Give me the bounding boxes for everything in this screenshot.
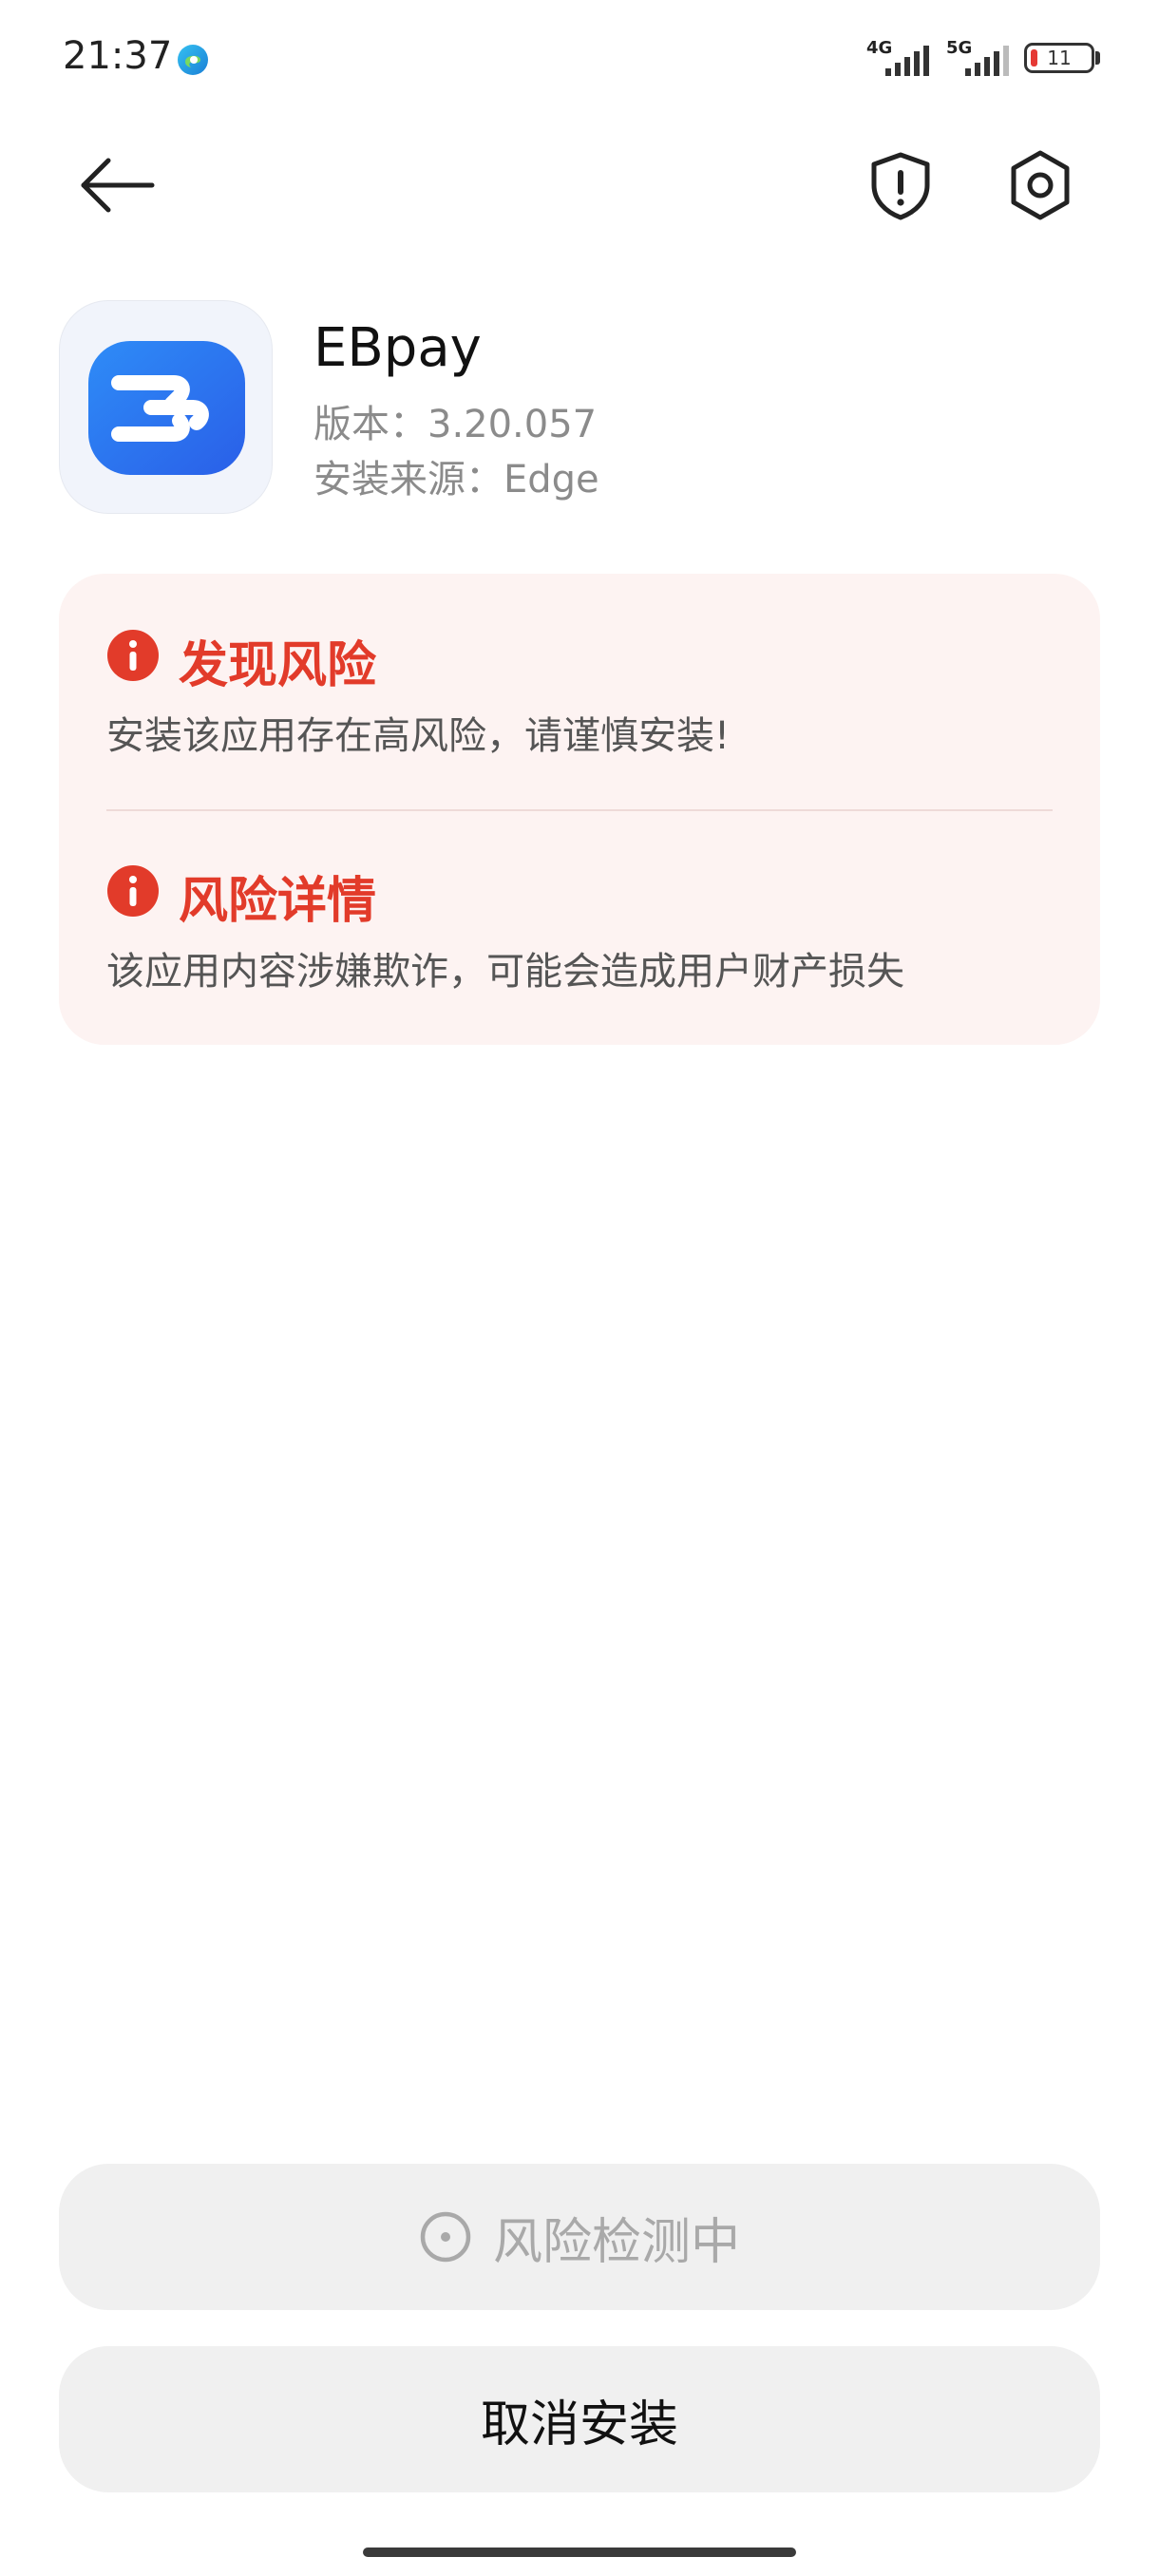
risk-found-description: 安装该应用存在高风险，请谨慎安装! xyxy=(106,714,731,758)
app-version: 版本：3.20.057 xyxy=(314,403,598,446)
signal-bars-icon xyxy=(965,46,1009,76)
risk-divider xyxy=(106,809,1053,811)
status-bar: 21:37 4G 5G 11 xyxy=(0,0,1159,114)
risk-details-section: 风险详情 该应用内容涉嫌欺诈，可能会造成用户财产损失 xyxy=(106,859,1056,995)
battery-icon: 11 xyxy=(1024,43,1094,73)
cancel-install-label: 取消安装 xyxy=(480,2396,678,2453)
warning-icon xyxy=(107,865,159,917)
signal-bars-icon xyxy=(885,46,929,76)
signal-5g: 5G xyxy=(946,38,1013,76)
shield-alert-icon xyxy=(871,152,930,220)
risk-card: 发现风险 安装该应用存在高风险，请谨慎安装! 风险详情 该应用内容涉嫌欺诈，可能… xyxy=(59,574,1100,1045)
settings-button[interactable] xyxy=(1002,147,1078,223)
home-indicator[interactable] xyxy=(363,2548,796,2557)
app-name: EBpay xyxy=(314,317,482,379)
risk-details-description: 该应用内容涉嫌欺诈，可能会造成用户财产损失 xyxy=(106,950,904,994)
risk-scanning-content: 风险检测中 xyxy=(59,2164,1100,2310)
risk-found-section: 发现风险 安装该应用存在高风险，请谨慎安装! xyxy=(106,623,1056,760)
battery-level: 11 xyxy=(1047,47,1072,69)
signal-4g: 4G xyxy=(866,38,933,76)
cancel-install-button[interactable]: 取消安装 xyxy=(59,2346,1100,2492)
warning-icon xyxy=(107,630,159,681)
security-button[interactable] xyxy=(863,147,939,223)
risk-details-title: 风险详情 xyxy=(179,873,377,930)
ebpay-logo-icon xyxy=(88,341,245,475)
status-time: 21:37 xyxy=(63,34,173,78)
loading-spinner-icon xyxy=(420,2211,471,2263)
risk-scanning-label: 风险检测中 xyxy=(492,2213,740,2271)
back-button[interactable] xyxy=(76,147,162,223)
edge-browser-icon xyxy=(178,45,208,75)
app-icon xyxy=(59,300,273,514)
gear-icon xyxy=(1011,150,1070,220)
risk-found-title: 发现风险 xyxy=(179,637,377,694)
back-arrow-icon xyxy=(81,158,155,213)
risk-scanning-button[interactable]: 风险检测中 xyxy=(59,2164,1100,2310)
app-install-source: 安装来源：Edge xyxy=(314,458,599,502)
battery-tip xyxy=(1095,51,1100,65)
